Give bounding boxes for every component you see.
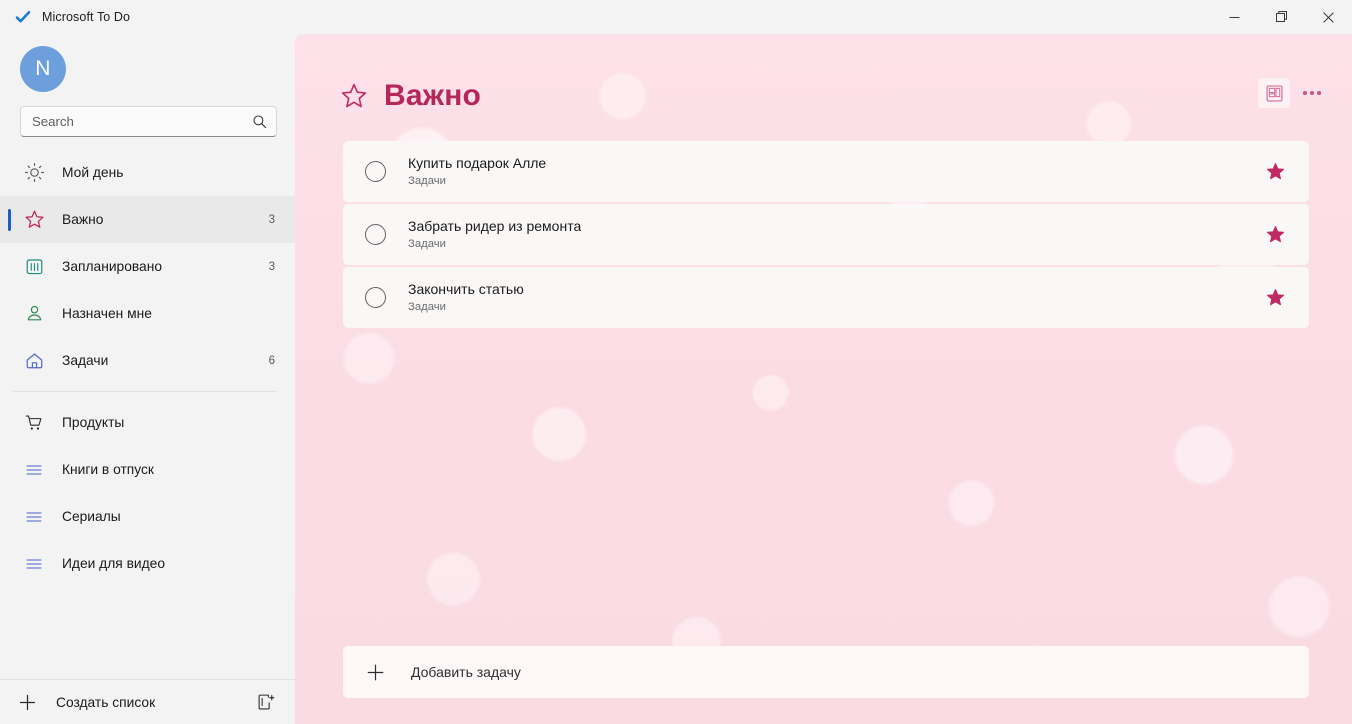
task-text: Купить подарок Алле Задачи bbox=[408, 155, 546, 189]
minimize-icon[interactable] bbox=[1211, 0, 1258, 34]
sidebar-item-count: 3 bbox=[268, 213, 275, 226]
sidebar-item-series[interactable]: Сериалы bbox=[0, 493, 295, 540]
app-body: N Search Мой день Важно 3 Запланировано … bbox=[0, 34, 1352, 724]
main-inner: Важно Купить подарок Алле Задачи Забрать… bbox=[295, 34, 1352, 724]
calendar-icon bbox=[22, 255, 46, 279]
list-icon bbox=[22, 505, 46, 529]
task-list: Купить подарок Алле Задачи Забрать ридер… bbox=[343, 141, 1309, 328]
task-text: Закончить статью Задачи bbox=[408, 281, 524, 315]
add-task-button[interactable]: Добавить задачу bbox=[343, 646, 1309, 698]
sidebar-divider bbox=[13, 391, 277, 392]
star-filled-icon[interactable] bbox=[1263, 223, 1287, 247]
search-icon[interactable] bbox=[252, 114, 267, 129]
home-icon bbox=[22, 349, 46, 373]
sidebar-item-label: Назначен мне bbox=[62, 306, 152, 321]
sidebar-item-assigned-to-me[interactable]: Назначен мне bbox=[0, 290, 295, 337]
smart-lists-group: Мой день Важно 3 Запланировано 3 Назначе… bbox=[0, 149, 295, 384]
sidebar-nav-scroll: Мой день Важно 3 Запланировано 3 Назначе… bbox=[0, 137, 295, 679]
app-title: Microsoft To Do bbox=[42, 10, 131, 24]
star-icon bbox=[22, 208, 46, 232]
sidebar-item-label: Мой день bbox=[62, 165, 124, 180]
tasks-area: Купить подарок Алле Задачи Забрать ридер… bbox=[295, 114, 1352, 646]
sidebar-item-count: 6 bbox=[268, 354, 275, 367]
sidebar-item-label: Продукты bbox=[62, 415, 125, 430]
person-icon bbox=[22, 302, 46, 326]
task-list-name: Задачи bbox=[408, 301, 446, 314]
table-row[interactable]: Закончить статью Задачи bbox=[343, 267, 1309, 328]
search-container bbox=[0, 92, 295, 137]
sidebar-item-label: Сериалы bbox=[62, 509, 121, 524]
avatar[interactable]: N bbox=[20, 46, 66, 92]
custom-lists-group: Продукты Книги в отпуск Сериалы Идеи для… bbox=[0, 399, 295, 587]
star-filled-icon[interactable] bbox=[1263, 160, 1287, 184]
sidebar-item-important[interactable]: Важно 3 bbox=[0, 196, 295, 243]
unchecked-circle-icon[interactable] bbox=[365, 287, 386, 308]
plus-icon bbox=[365, 662, 385, 682]
todo-app-window: Microsoft To Do N Search Мой день Важно … bbox=[0, 0, 1352, 724]
unchecked-circle-icon[interactable] bbox=[365, 161, 386, 182]
background-picker-icon[interactable] bbox=[1258, 78, 1290, 108]
sidebar-item-label: Запланировано bbox=[62, 259, 163, 274]
title-bar-left: Microsoft To Do bbox=[0, 8, 130, 26]
table-row[interactable]: Купить подарок Алле Задачи bbox=[343, 141, 1309, 202]
list-header: Важно bbox=[295, 34, 1352, 114]
sidebar-item-video-ideas[interactable]: Идеи для видео bbox=[0, 540, 295, 587]
main-panel: Важно Купить подарок Алле Задачи Забрать… bbox=[295, 34, 1352, 724]
restore-icon[interactable] bbox=[1258, 0, 1305, 34]
new-group-icon[interactable] bbox=[253, 689, 279, 715]
cart-icon bbox=[22, 411, 46, 435]
sidebar-item-products[interactable]: Продукты bbox=[0, 399, 295, 446]
more-dots bbox=[1303, 91, 1321, 95]
avatar-container: N bbox=[0, 34, 295, 92]
sidebar-item-planned[interactable]: Запланировано 3 bbox=[0, 243, 295, 290]
title-bar: Microsoft To Do bbox=[0, 0, 1352, 34]
sidebar-item-label: Идеи для видео bbox=[62, 556, 166, 571]
more-options-icon[interactable] bbox=[1296, 78, 1328, 108]
task-title: Забрать ридер из ремонта bbox=[408, 217, 582, 234]
star-filled-icon[interactable] bbox=[1263, 286, 1287, 310]
task-list-name: Задачи bbox=[408, 238, 446, 251]
search-box[interactable] bbox=[20, 106, 277, 137]
sun-icon bbox=[22, 161, 46, 185]
sidebar-footer: Создать список bbox=[0, 679, 295, 724]
sidebar-item-my-day[interactable]: Мой день bbox=[0, 149, 295, 196]
add-task-wrap: Добавить задачу bbox=[295, 646, 1352, 724]
sidebar-item-label: Задачи bbox=[62, 353, 109, 368]
list-icon bbox=[22, 552, 46, 576]
close-icon[interactable] bbox=[1305, 0, 1352, 34]
unchecked-circle-icon[interactable] bbox=[365, 224, 386, 245]
star-outline-icon bbox=[340, 82, 368, 110]
window-controls bbox=[1211, 0, 1352, 34]
task-list-name: Задачи bbox=[408, 175, 446, 188]
sidebar: N Search Мой день Важно 3 Запланировано … bbox=[0, 34, 295, 724]
add-task-label: Добавить задачу bbox=[411, 664, 521, 680]
plus-icon[interactable] bbox=[16, 691, 38, 713]
list-icon bbox=[22, 458, 46, 482]
table-row[interactable]: Забрать ридер из ремонта Задачи bbox=[343, 204, 1309, 265]
sidebar-item-books-for-vacation[interactable]: Книги в отпуск bbox=[0, 446, 295, 493]
task-title: Купить подарок Алле bbox=[408, 154, 547, 171]
page-title: Важно bbox=[384, 79, 482, 113]
sidebar-item-label: Важно bbox=[62, 212, 104, 227]
header-actions bbox=[1258, 78, 1328, 114]
search-input[interactable] bbox=[32, 114, 252, 129]
task-title: Закончить статью bbox=[408, 280, 524, 297]
sidebar-item-count: 3 bbox=[268, 260, 275, 273]
create-list-button[interactable]: Создать список bbox=[56, 695, 155, 710]
sidebar-item-label: Книги в отпуск bbox=[62, 462, 154, 477]
checkmark-icon bbox=[14, 8, 32, 26]
sidebar-item-tasks[interactable]: Задачи 6 bbox=[0, 337, 295, 384]
task-text: Забрать ридер из ремонта Задачи bbox=[408, 218, 581, 252]
